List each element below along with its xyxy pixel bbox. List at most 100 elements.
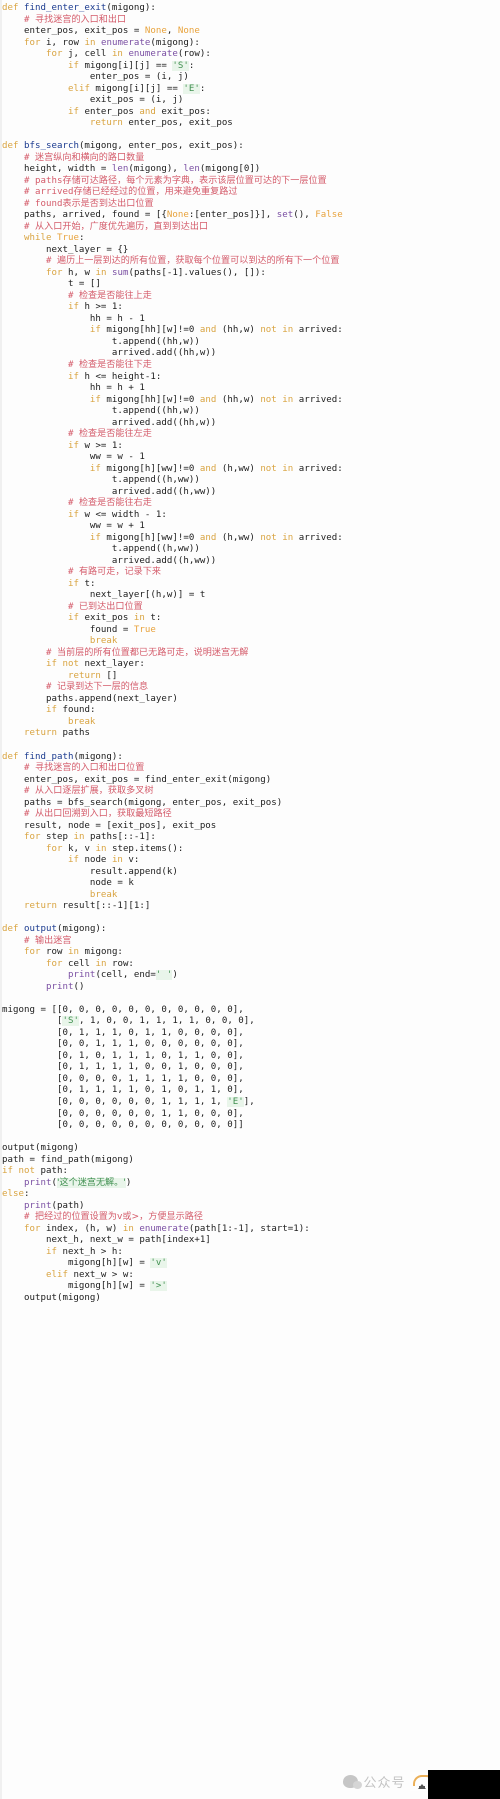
code-line: paths, arrived, found = [{None:[enter_po…: [2, 210, 500, 222]
code-token: not: [62, 659, 79, 670]
code-token: #: [2, 359, 79, 370]
code-token: in: [122, 1223, 134, 1234]
code-token: in: [95, 843, 107, 854]
code-line: elif migong[i][j] == 'E':: [2, 83, 500, 96]
code-token: if: [67, 509, 79, 520]
code-token: return: [67, 670, 101, 681]
code-token: path:: [35, 1166, 68, 1177]
code-token: print: [45, 981, 74, 992]
code-line: if migong[h][ww]!=0 and (h,ww) not in ar…: [2, 533, 500, 545]
code-line: next_layer = {}: [2, 245, 500, 257]
code-token: next_h > h:: [56, 1246, 123, 1257]
code-token: break: [67, 716, 96, 727]
code-line: if enter_pos and exit_pos:: [2, 107, 500, 119]
code-token: 有路可走，记录下来: [78, 567, 161, 578]
code-line: def find_enter_exit(migong):: [2, 3, 500, 15]
code-token: if: [89, 394, 101, 405]
code-line: for index, (h, w) in enumerate(path[1:-1…: [2, 1224, 500, 1236]
wechat-icon: [343, 1775, 363, 1789]
code-token: next_layer:: [78, 659, 145, 670]
code-line: t = []: [2, 279, 500, 291]
code-token: ): [125, 1177, 132, 1188]
code-token: len: [111, 164, 129, 175]
code-token: enter_pos, exit_pos = find_enter_exit(mi…: [2, 774, 272, 785]
code-token: def: [2, 3, 24, 13]
code-token: enumerate: [139, 1223, 189, 1234]
code-token: '这个迷宫无解。': [56, 1177, 126, 1188]
code-token: for: [45, 267, 63, 278]
code-token: output(migong): [2, 1143, 79, 1154]
code-token: for: [45, 843, 63, 854]
code-token: migong:: [78, 947, 123, 958]
code-line: # 已到达出口位置: [2, 602, 500, 614]
code-token: 输出迷宫: [34, 935, 72, 946]
code-line: # 迷宫纵向和横向的路口数量: [2, 153, 500, 165]
code-token: exit_pos = (i, j): [2, 95, 184, 106]
code-token: if: [67, 578, 79, 589]
code-token: [0, 0, 1, 1, 1, 0, 0, 0, 0, 0, 0],: [2, 1039, 244, 1050]
code-token: paths = bfs_search(migong, enter_pos, ex…: [2, 797, 283, 808]
code-token: enter_pos, exit_pos: [122, 118, 233, 129]
code-token: break: [89, 636, 118, 647]
code-token: node = k: [2, 878, 134, 889]
code-token: next_layer = {}: [2, 244, 129, 255]
code-token: output: [23, 924, 57, 935]
code-token: and: [199, 463, 217, 474]
code-line: # 检查是否能往右走: [2, 498, 500, 510]
code-line: hh = h + 1: [2, 383, 500, 395]
code-token: 寻找迷宫的入口和出口: [34, 14, 127, 25]
code-line: for row in migong:: [2, 947, 500, 959]
code-line: if not path:: [2, 1166, 500, 1178]
code-token: return: [89, 118, 123, 129]
code-token: node: [78, 855, 112, 866]
code-line: return enter_pos, exit_pos: [2, 118, 500, 130]
code-line: break: [2, 717, 500, 729]
code-token: not in: [260, 394, 294, 405]
code-token: hh = h - 1: [2, 313, 145, 324]
code-token: #: [2, 1212, 35, 1223]
code-token: migong[h][w] =: [2, 1258, 151, 1269]
code-token: #: [2, 809, 35, 820]
code-token: enter_pos = (i, j): [2, 72, 189, 83]
code-line: # 检查是否能往下走: [2, 360, 500, 372]
code-token: h, w: [62, 267, 96, 278]
code-token: #: [2, 682, 57, 693]
code-token: in: [84, 37, 96, 48]
code-token: arrived.add((hh,w)): [2, 348, 217, 359]
code-token: enter_pos: [78, 106, 140, 117]
code-token: if: [89, 463, 101, 474]
code-token: 把经过的位置设置为v或>，方便显示路径: [34, 1212, 203, 1223]
code-line: found = True: [2, 625, 500, 637]
code-line: arrived.add((h,ww)): [2, 487, 500, 499]
code-token: break: [89, 889, 118, 900]
code-token: migong[hh][w]!=0: [100, 325, 200, 336]
code-token: in: [111, 855, 123, 866]
code-line: arrived.add((h,ww)): [2, 556, 500, 568]
code-token: step.items():: [106, 843, 184, 854]
code-line: # 从出口回溯到入口，获取最短路径: [2, 809, 500, 821]
code-line: t.append((hh,w)): [2, 406, 500, 418]
code-line: for step in paths[::-1]:: [2, 832, 500, 844]
code-token: 当前层的所有位置都已无路可走，说明迷宫无解: [56, 647, 249, 658]
code-line: break: [2, 890, 500, 902]
code-line: # 寻找迷宫的入口和出口: [2, 15, 500, 27]
code-token: find_enter_exit: [23, 3, 107, 13]
code-token: k, v: [62, 843, 96, 854]
code-token: #: [2, 152, 35, 163]
code-token: in: [95, 267, 107, 278]
code-token: arrived:: [293, 394, 343, 405]
code-token: found:: [56, 705, 96, 716]
